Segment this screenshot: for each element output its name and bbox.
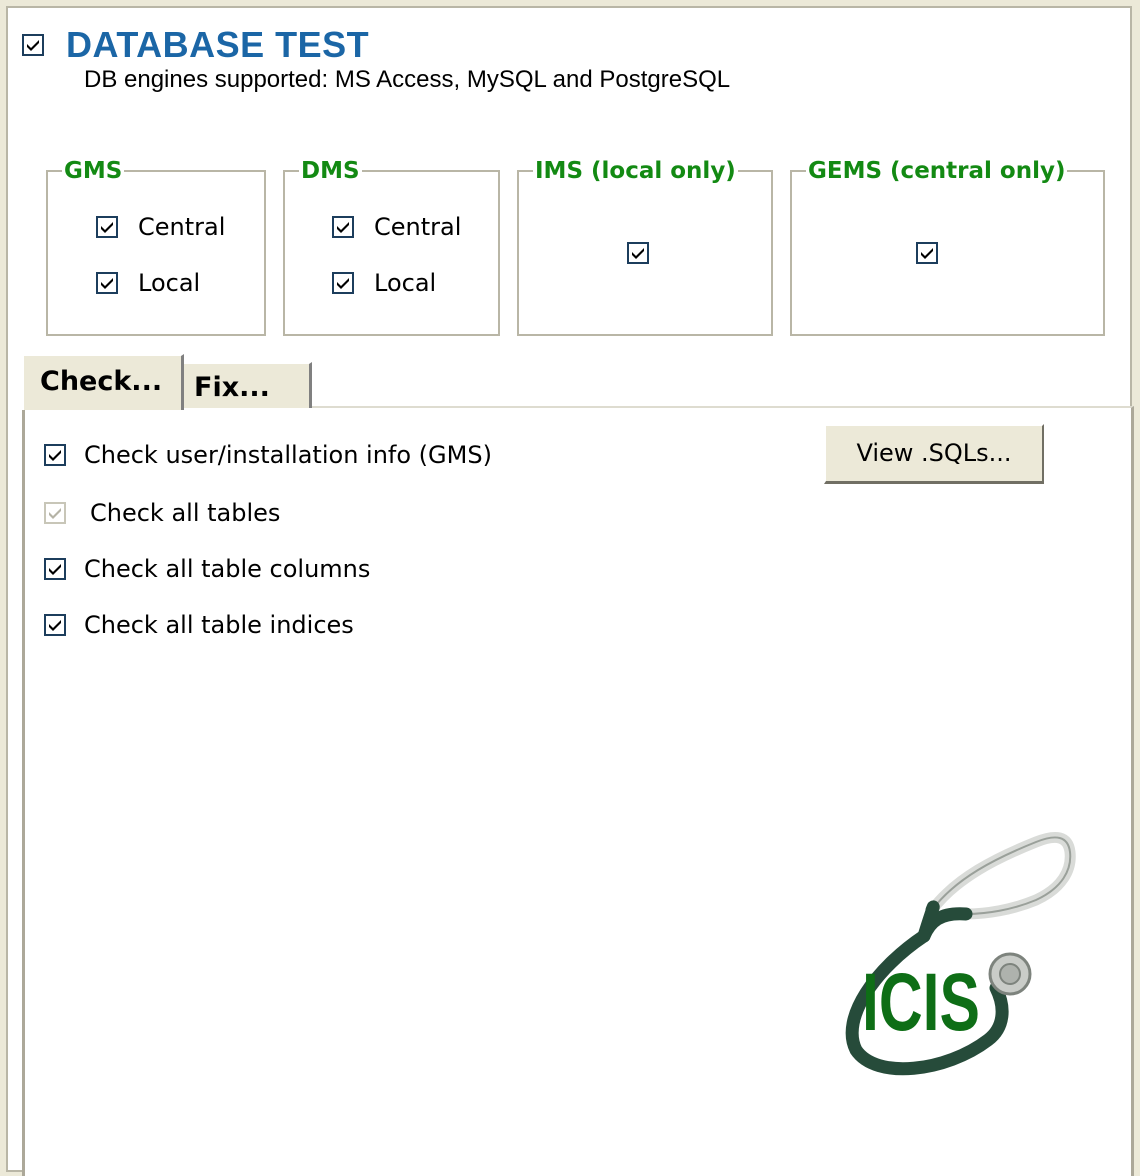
checkmark-icon [632,248,644,259]
check-table-columns-label: Check all table columns [84,555,371,583]
checkmark-icon [921,248,933,259]
panel-left-edge [22,406,25,1176]
check-all-tables-label: Check all tables [90,499,281,527]
group-gems-title: GEMS (central only) [806,158,1068,184]
database-test-checkbox[interactable] [22,34,44,56]
check-table-indices-checkbox[interactable] [44,614,66,636]
checkmark-icon [337,222,349,233]
check-user-info-label: Check user/installation info (GMS) [84,441,492,469]
checkmark-icon [101,222,113,233]
gms-central-label: Central [138,213,226,241]
check-table-columns-checkbox[interactable] [44,558,66,580]
checkmark-icon [101,278,113,289]
check-all-tables-checkbox [44,502,66,524]
dms-central-label: Central [374,213,462,241]
checkmark-icon [27,40,39,51]
gms-local-label: Local [138,269,201,297]
checkmark-icon [49,508,61,519]
tab-check[interactable]: Check... [22,354,184,410]
check-table-indices-label: Check all table indices [84,611,354,639]
group-dms-title: DMS [299,158,362,184]
checkmark-icon [49,564,61,575]
gms-central-checkbox[interactable] [96,216,118,238]
dms-local-label: Local [374,269,437,297]
checkmark-icon [49,620,61,631]
icis-stethoscope-logo: ICIS [845,831,1076,1076]
icis-logo-text: ICIS [862,957,980,1048]
group-gems: GEMS (central only) [790,158,1105,336]
dms-local-checkbox[interactable] [332,272,354,294]
view-sqls-button[interactable]: View .SQLs... [824,424,1044,484]
group-gms: GMS [46,158,266,336]
dms-central-checkbox[interactable] [332,216,354,238]
gems-checkbox[interactable] [916,242,938,264]
ims-checkbox[interactable] [627,242,649,264]
gms-local-checkbox[interactable] [96,272,118,294]
group-gms-title: GMS [62,158,125,184]
group-dms: DMS [283,158,500,336]
db-engines-note: DB engines supported: MS Access, MySQL a… [84,66,731,93]
tab-fix[interactable]: Fix... [184,362,312,408]
group-ims-title: IMS (local only) [533,158,738,184]
checkmark-icon [49,450,61,461]
page-title: DATABASE TEST [66,24,370,65]
check-user-info-checkbox[interactable] [44,444,66,466]
checkmark-icon [337,278,349,289]
